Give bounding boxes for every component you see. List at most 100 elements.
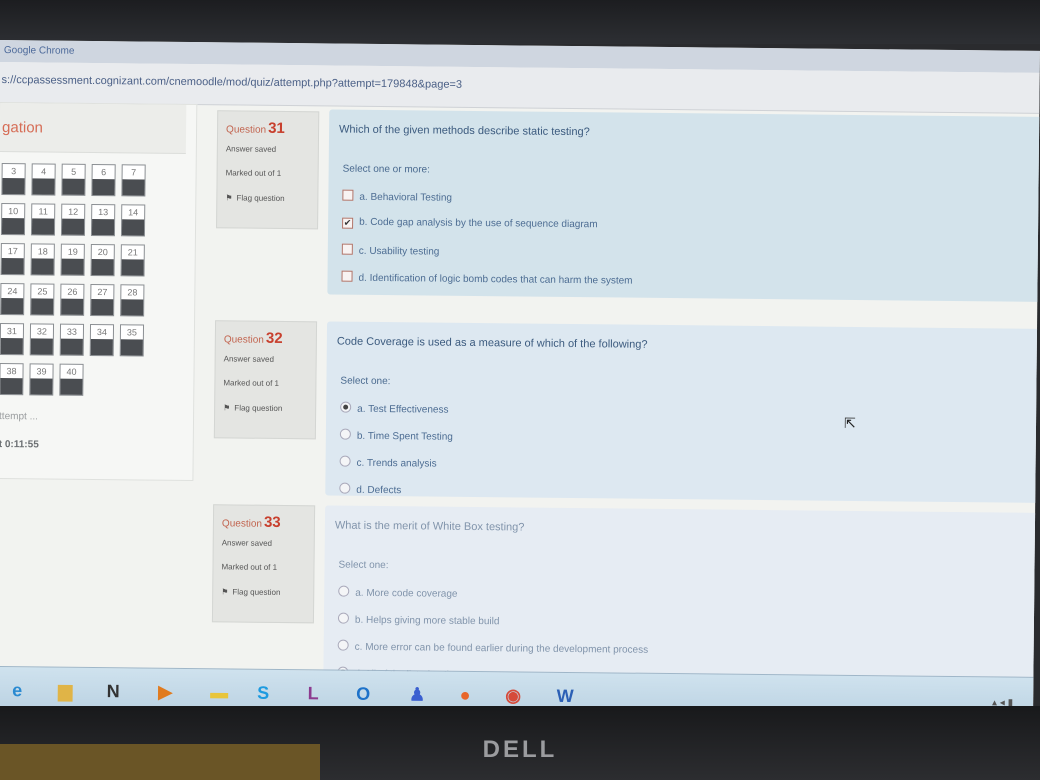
answer-option[interactable]: a. Test Effectiveness (340, 401, 449, 416)
question-nav-button[interactable]: 33 (59, 323, 85, 356)
question-nav-button[interactable]: 21 (120, 244, 145, 277)
question-nav-button[interactable]: 3 (1, 163, 26, 196)
answer-prompt: Select one or more: (342, 163, 430, 176)
question-nav-number: 26 (67, 286, 78, 297)
question-nav-button[interactable]: 31 (0, 323, 25, 356)
folder-icon[interactable]: ▆ (45, 674, 85, 708)
mouse-cursor-icon: ⇱ (843, 414, 856, 431)
answered-indicator (32, 178, 55, 195)
question-nav-button[interactable]: 32 (29, 323, 55, 356)
question-nav-button[interactable]: 25 (30, 283, 55, 316)
question-nav-button[interactable]: 40 (59, 363, 84, 396)
answer-option-label: c. More error can be found earlier durin… (354, 641, 649, 656)
answer-option[interactable]: b. Helps giving more stable build (337, 612, 500, 627)
answered-indicator (62, 178, 85, 195)
question-nav-number: 4 (41, 166, 47, 177)
question-nav-button[interactable]: 18 (30, 243, 55, 276)
question-nav-number: 20 (97, 247, 108, 258)
answered-indicator (61, 298, 84, 315)
answered-indicator (1, 298, 24, 315)
ie-icon[interactable]: e (0, 673, 37, 707)
answered-indicator (121, 259, 144, 276)
screen: Google Chrome s://ccpassessment.cognizan… (0, 40, 1040, 731)
question-marks: Marked out of 1 (221, 562, 278, 572)
question-nav-button[interactable]: 20 (90, 243, 115, 277)
answered-indicator (92, 178, 115, 196)
answer-option[interactable]: a. Behavioral Testing (342, 189, 452, 204)
answer-option[interactable]: c. Trends analysis (339, 455, 437, 470)
question-nav-button[interactable]: 19 (60, 243, 85, 276)
answer-checkbox[interactable] (341, 270, 353, 282)
question-nav-button[interactable]: 27 (90, 283, 115, 317)
answer-option[interactable]: d. Defects (339, 482, 401, 496)
answer-radio[interactable] (340, 401, 352, 413)
question-nav-number: 28 (127, 287, 138, 298)
answered-indicator (31, 298, 54, 315)
question-nav-number: 18 (37, 246, 48, 257)
answer-option[interactable]: b. Time Spent Testing (339, 428, 453, 443)
answer-radio[interactable] (339, 482, 351, 494)
flag-icon: ⚑ (221, 587, 229, 597)
answer-radio[interactable] (337, 612, 350, 624)
onenote-icon[interactable]: N (93, 674, 133, 708)
answer-option-label: d. Identification of logic bomb codes th… (358, 272, 633, 287)
answered-indicator (31, 218, 55, 235)
question-nav-button[interactable]: 6 (91, 163, 116, 197)
question-nav-button[interactable]: 26 (60, 283, 85, 316)
answer-radio[interactable] (338, 585, 350, 597)
answer-option[interactable]: c. Usability testing (341, 243, 440, 258)
answer-checkbox[interactable] (341, 243, 353, 255)
question-nav-number: 27 (97, 287, 108, 298)
skype-icon[interactable]: S (243, 676, 283, 710)
flag-question-button[interactable]: ⚑ Flag question (221, 587, 280, 597)
answered-indicator (61, 218, 85, 235)
question-nav-button[interactable]: 39 (29, 363, 54, 396)
answer-radio[interactable] (337, 639, 349, 651)
question-nav-button[interactable]: 28 (120, 284, 145, 317)
answer-checkbox[interactable]: ✔ (342, 217, 354, 229)
question-nav-button[interactable]: 38 (0, 363, 24, 396)
question-nav-button[interactable]: 5 (61, 163, 86, 196)
question-content-32: Code Coverage is used as a measure of wh… (325, 321, 1040, 503)
answer-option[interactable]: ✔ b. Code gap analysis by the use of sequ… (342, 217, 598, 232)
answered-indicator (2, 178, 25, 195)
question-nav-number: 34 (96, 327, 107, 338)
answer-option[interactable]: d. Identification of logic bomb codes th… (341, 270, 633, 287)
answered-indicator (1, 258, 24, 275)
media-player-icon[interactable]: ▶ (145, 675, 185, 709)
question-text: Code Coverage is used as a measure of wh… (336, 335, 648, 351)
question-nav-button[interactable]: 13 (90, 203, 116, 237)
question-nav-button[interactable]: 14 (120, 204, 146, 237)
question-nav-button[interactable]: 11 (30, 203, 56, 236)
question-status: Answer saved (221, 538, 273, 548)
answer-checkbox[interactable] (342, 189, 354, 201)
question-nav-button[interactable]: 10 (0, 203, 26, 236)
desk-surface (0, 744, 320, 780)
answer-radio[interactable] (339, 455, 351, 467)
question-marks: Marked out of 1 (223, 378, 280, 388)
answer-radio[interactable] (339, 428, 351, 440)
browser-title: Google Chrome (3, 45, 75, 57)
quiz-navigation-title: gation (1, 119, 44, 137)
url-text[interactable]: s://ccpassessment.cognizant.com/cnemoodl… (2, 74, 463, 91)
answered-indicator (91, 218, 115, 236)
flag-icon: ⚑ (223, 403, 231, 413)
answer-option-label: c. Trends analysis (356, 457, 437, 470)
question-nav-button[interactable]: 34 (89, 323, 115, 357)
answer-prompt: Select one: (338, 559, 389, 572)
answered-indicator (0, 338, 23, 355)
answer-option[interactable]: c. More error can be found earlier durin… (337, 639, 649, 656)
question-nav-button[interactable]: 7 (121, 164, 146, 197)
question-text: What is the merit of White Box testing? (334, 519, 525, 534)
question-nav-button[interactable]: 35 (119, 324, 145, 357)
question-nav-button[interactable]: 4 (31, 163, 56, 196)
question-nav-button[interactable]: 17 (0, 243, 25, 276)
question-nav-number: 3 (11, 166, 17, 177)
answer-option[interactable]: a. More code coverage (338, 585, 458, 600)
question-nav-button[interactable]: 12 (60, 203, 86, 236)
question-nav-button[interactable]: 24 (0, 283, 25, 316)
sticky-notes-icon[interactable]: ▬ (199, 675, 239, 709)
flag-question-button[interactable]: ⚑ Flag question (225, 193, 284, 203)
finish-attempt-link[interactable]: ttempt ... (0, 411, 38, 422)
flag-question-button[interactable]: ⚑ Flag question (223, 403, 282, 413)
